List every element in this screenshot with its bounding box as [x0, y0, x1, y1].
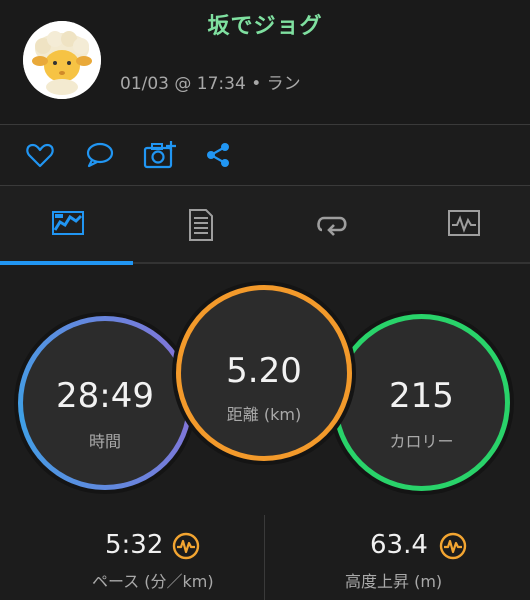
share-icon [207, 143, 229, 167]
distance-value: 5.20 [226, 351, 302, 391]
document-list-icon [189, 209, 213, 241]
pace-value: 5:32 [105, 530, 164, 560]
distance-stat[interactable]: 5.20 距離 (km) [176, 285, 352, 461]
pace-label: ペース (分／km) [92, 572, 214, 591]
time-stat[interactable]: 28:49 時間 [18, 316, 192, 490]
like-button[interactable] [24, 139, 56, 171]
elevation-label: 高度上昇 (m) [345, 572, 443, 591]
calories-label: カロリー [389, 432, 454, 451]
distance-label: 距離 (km) [226, 405, 302, 424]
pace-badge-icon [172, 532, 200, 560]
tab-charts[interactable] [396, 186, 528, 264]
elevation-stat[interactable]: 63.4 高度上昇 (m) [265, 515, 529, 600]
calories-stat[interactable]: 215 カロリー [333, 314, 510, 491]
comment-icon [86, 142, 114, 168]
time-label: 時間 [88, 432, 121, 451]
share-button[interactable] [203, 139, 235, 171]
elevation-value: 63.4 [370, 530, 428, 560]
elevation-badge-icon [439, 532, 467, 560]
activity-title: 坂でジョグ [207, 14, 323, 39]
calories-value: 215 [389, 376, 454, 416]
tab-details[interactable] [132, 186, 264, 264]
loop-icon [317, 216, 347, 236]
comment-button[interactable] [84, 139, 116, 171]
tab-overview[interactable] [0, 186, 132, 264]
overview-icon [52, 211, 84, 235]
add-photo-button[interactable] [143, 139, 176, 171]
activity-meta: 01/03 @ 17:34 • ラン [120, 74, 301, 94]
activity-header: 坂でジョグ 01/03 @ 17:34 • ラン [0, 0, 530, 124]
tab-bar [0, 186, 530, 264]
action-bar [0, 125, 530, 185]
pace-stat[interactable]: 5:32 ペース (分／km) [0, 515, 264, 600]
bottom-stats: 5:32 ペース (分／km) 63.4 高度上昇 (m) [0, 515, 530, 600]
stats-section: 28:49 時間 215 カロリー 5.20 距離 (km) [0, 265, 530, 515]
chart-icon [448, 210, 480, 236]
tab-laps[interactable] [264, 186, 396, 264]
heart-icon [26, 143, 54, 168]
time-value: 28:49 [56, 376, 154, 416]
add-photo-icon [143, 141, 176, 169]
